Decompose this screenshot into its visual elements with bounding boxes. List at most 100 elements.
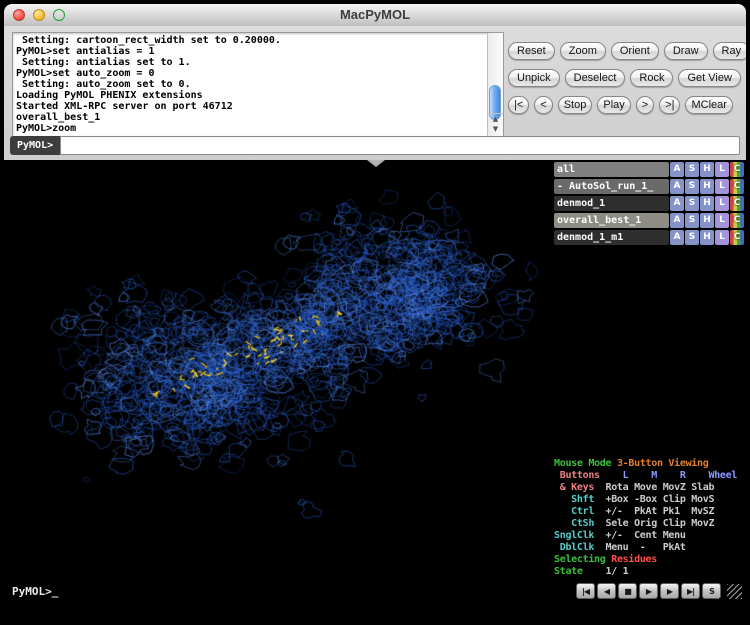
toolbar-button-r2-1[interactable]: < [534, 96, 552, 114]
console-line: Setting: cartoon_rect_width set to 0.200… [16, 35, 485, 46]
color-menu-button[interactable]: C [730, 230, 744, 245]
actions-menu-button[interactable]: A [670, 230, 684, 245]
mouse-panel-text: +/- Cent Menu [600, 530, 686, 541]
mouse-panel-text: DblClk [554, 542, 600, 553]
console-scrollbar[interactable]: ▲▼ [487, 33, 503, 136]
console-line: PyMOL>set antialias = 1 [16, 46, 485, 57]
status-prompt: PyMOL>_ [12, 585, 58, 598]
resize-grip[interactable] [727, 584, 742, 599]
command-input[interactable] [60, 136, 740, 155]
mouse-panel-text: Sele Orig Clip MovZ [600, 518, 714, 529]
hide-menu-button[interactable]: H [700, 162, 714, 177]
mouse-panel-text: & Keys [554, 482, 600, 493]
show-menu-button[interactable]: S [685, 179, 699, 194]
main-area: allASHLC- AutoSol_run_1_ASHLCdenmod_1ASH… [4, 160, 746, 580]
object-name[interactable]: - AutoSol_run_1_ [554, 179, 669, 194]
window-title: MacPyMOL [4, 7, 746, 22]
toolbar-button-reset[interactable]: Reset [508, 42, 555, 60]
actions-menu-button[interactable]: A [670, 213, 684, 228]
movie-step-back-button[interactable]: ◀ [597, 583, 616, 599]
toolbar-button-deselect[interactable]: Deselect [565, 69, 626, 87]
object-row: overall_best_1ASHLC [554, 213, 744, 228]
color-menu-button[interactable]: C [730, 213, 744, 228]
object-row: denmod_1_m1ASHLC [554, 230, 744, 245]
movie-stop-button[interactable]: ■ [618, 583, 637, 599]
toolbar-button-zoom[interactable]: Zoom [560, 42, 606, 60]
mouse-panel-text: Shft [554, 494, 600, 505]
mouse-panel-line[interactable]: Selecting Residues [554, 554, 746, 566]
mouse-panel-line: Ctrl +/- PkAt Pk1 MvSZ [554, 506, 746, 518]
toolbar-button-ray[interactable]: Ray [713, 42, 746, 60]
object-list: allASHLC- AutoSol_run_1_ASHLCdenmod_1ASH… [552, 160, 746, 245]
mouse-panel-line: Shft +Box -Box Clip MovS [554, 494, 746, 506]
label-menu-button[interactable]: L [715, 162, 729, 177]
mouse-panel-text: Menu - PkAt [600, 542, 686, 553]
mouse-panel-text: SnglClk [554, 530, 600, 541]
toolbar-button-rock[interactable]: Rock [630, 69, 673, 87]
toolbar-button-unpick[interactable]: Unpick [508, 69, 560, 87]
color-menu-button[interactable]: C [730, 179, 744, 194]
scrollbar-arrows[interactable]: ▲▼ [488, 113, 503, 136]
object-row: allASHLC [554, 162, 744, 177]
molecule-canvas[interactable] [4, 160, 552, 580]
console-line: Setting: auto_zoom set to 0. [16, 79, 485, 90]
movie-end-button[interactable]: ▶| [681, 583, 700, 599]
object-name[interactable]: denmod_1_m1 [554, 230, 669, 245]
movie-controls: |◀◀■▶▶▶|S [576, 583, 742, 599]
mouse-panel-text: +Box -Box Clip MovS [600, 494, 714, 505]
console-line: overall_best_1 [16, 112, 485, 123]
movie-step-forward-button[interactable]: ▶ [660, 583, 679, 599]
mouse-panel-line[interactable]: Mouse Mode 3-Button Viewing [554, 458, 746, 470]
mouse-panel-text: Buttons [554, 470, 606, 481]
label-menu-button[interactable]: L [715, 179, 729, 194]
toolbar-button-mclear[interactable]: MClear [685, 96, 732, 114]
toolbar-button-draw[interactable]: Draw [664, 42, 708, 60]
movie-start-button[interactable]: |◀ [576, 583, 595, 599]
toolbar-button-orient[interactable]: Orient [611, 42, 659, 60]
hide-menu-button[interactable]: H [700, 230, 714, 245]
toolbar-button-stop[interactable]: Stop [558, 96, 593, 114]
hide-menu-button[interactable]: H [700, 213, 714, 228]
toolbar-button-r2-5[interactable]: >| [659, 96, 680, 114]
toolbar-button-get-view[interactable]: Get View [678, 69, 740, 87]
title-bar[interactable]: MacPyMOL [4, 4, 746, 27]
toolbar-button-r2-0[interactable]: |< [508, 96, 529, 114]
viewport-3d[interactable] [4, 160, 552, 580]
label-menu-button[interactable]: L [715, 196, 729, 211]
console-log[interactable]: Setting: cartoon_rect_width set to 0.200… [12, 32, 504, 137]
show-menu-button[interactable]: S [685, 162, 699, 177]
movie-play-button[interactable]: ▶ [639, 583, 658, 599]
label-menu-button[interactable]: L [715, 213, 729, 228]
mouse-panel-line: & Keys Rota Move MovZ Slab [554, 482, 746, 494]
toolbar-button-r2-4[interactable]: > [636, 96, 654, 114]
mouse-panel-text: Rota Move MovZ Slab [600, 482, 714, 493]
macpymol-window: MacPyMOL Setting: cartoon_rect_width set… [4, 4, 746, 621]
toolbar-button-play[interactable]: Play [597, 96, 630, 114]
show-menu-button[interactable]: S [685, 213, 699, 228]
hide-menu-button[interactable]: H [700, 196, 714, 211]
label-menu-button[interactable]: L [715, 230, 729, 245]
object-name[interactable]: overall_best_1 [554, 213, 669, 228]
mouse-panel-text: Selecting [554, 554, 611, 565]
status-bar: PyMOL>_ |◀◀■▶▶▶|S [4, 580, 746, 604]
mouse-panel-text: Residues [611, 554, 657, 565]
show-menu-button[interactable]: S [685, 230, 699, 245]
mouse-mode-panel: Mouse Mode 3-Button Viewing Buttons L M … [554, 458, 746, 578]
color-menu-button[interactable]: C [730, 196, 744, 211]
show-menu-button[interactable]: S [685, 196, 699, 211]
mouse-panel-line: Buttons L M R Wheel [554, 470, 746, 482]
pane-splitter-handle[interactable] [367, 160, 385, 167]
console-line: PyMOL>zoom [16, 123, 485, 134]
hide-menu-button[interactable]: H [700, 179, 714, 194]
actions-menu-button[interactable]: A [670, 196, 684, 211]
mouse-panel-text: 3-Button Viewing [617, 458, 709, 469]
actions-menu-button[interactable]: A [670, 162, 684, 177]
upper-panel: Setting: cartoon_rect_width set to 0.200… [4, 26, 746, 161]
object-name[interactable]: denmod_1 [554, 196, 669, 211]
movie-scene-button[interactable]: S [702, 583, 721, 599]
console-line: Setting: antialias set to 1. [16, 57, 485, 68]
actions-menu-button[interactable]: A [670, 179, 684, 194]
object-name[interactable]: all [554, 162, 669, 177]
color-menu-button[interactable]: C [730, 162, 744, 177]
mouse-panel-line[interactable]: State 1/ 1 [554, 566, 746, 578]
